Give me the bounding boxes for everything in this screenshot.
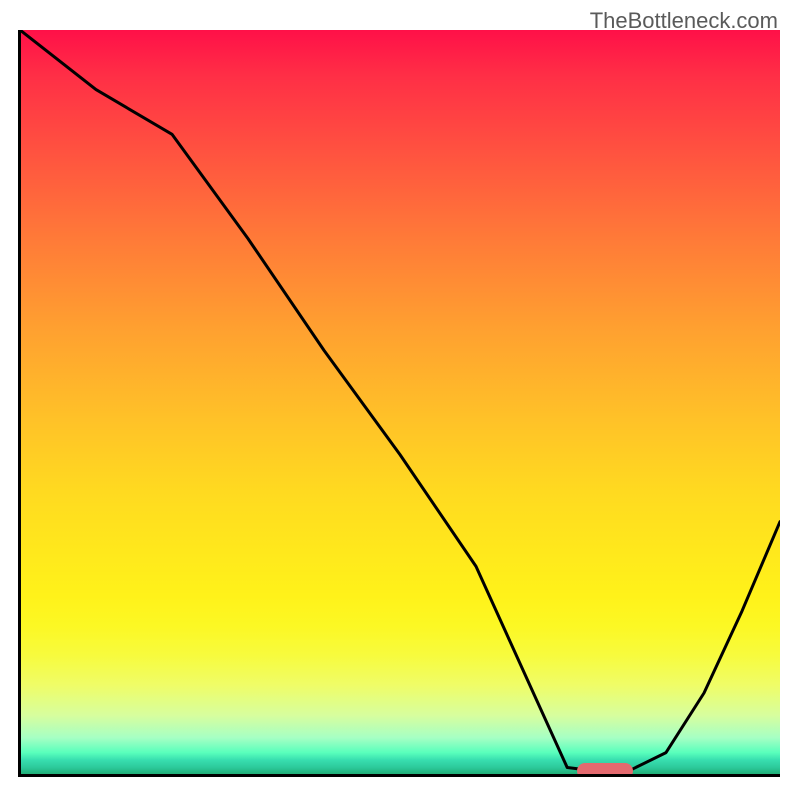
y-axis xyxy=(18,30,21,777)
watermark-text: TheBottleneck.com xyxy=(590,8,778,34)
plot-area xyxy=(20,30,780,775)
x-axis xyxy=(18,774,780,777)
bottleneck-curve xyxy=(20,30,780,775)
chart-container: TheBottleneck.com xyxy=(0,0,800,800)
